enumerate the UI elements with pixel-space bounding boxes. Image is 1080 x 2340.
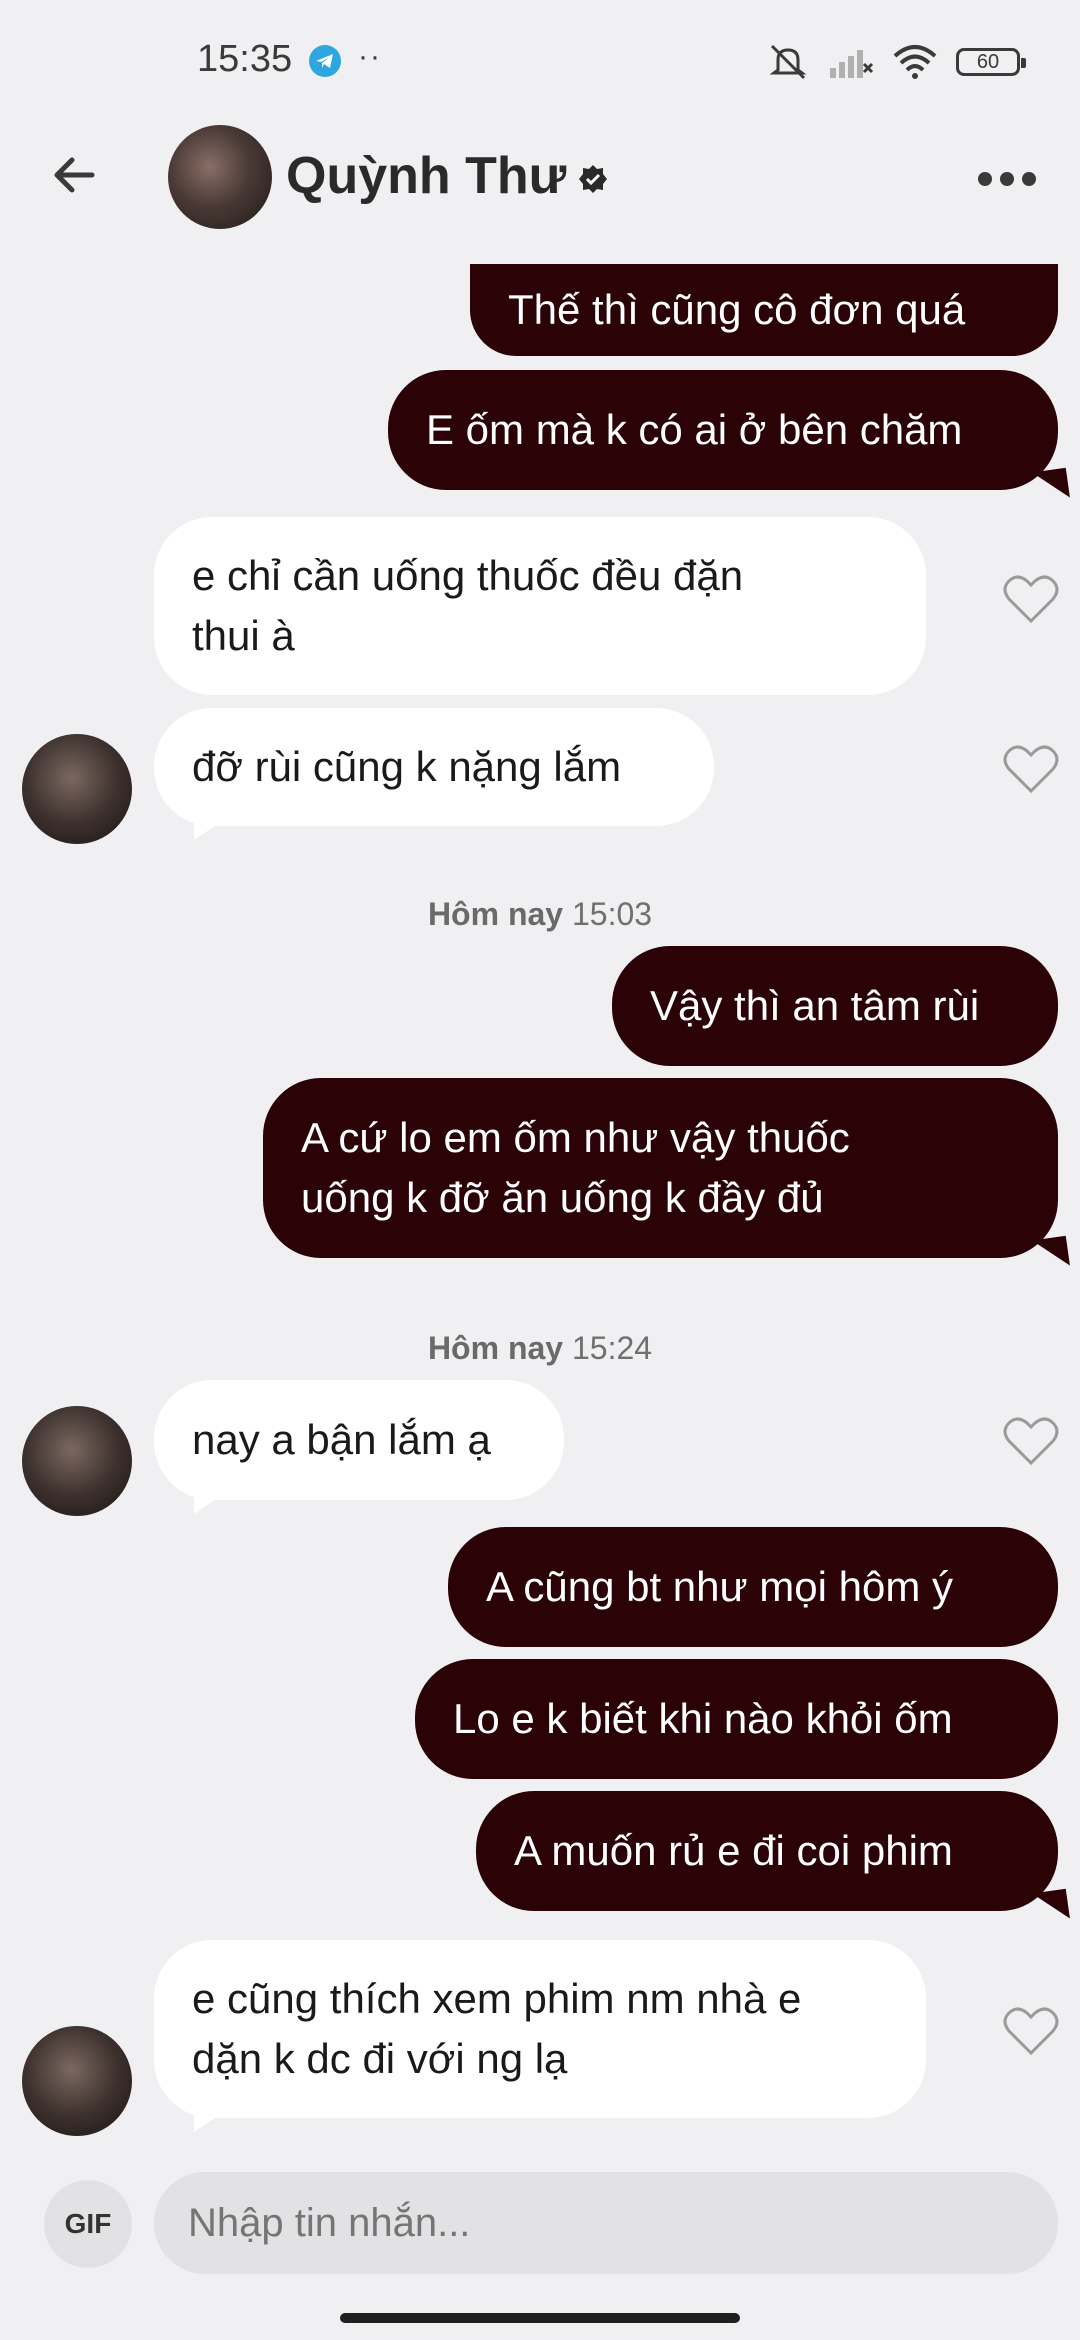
heart-icon[interactable] [1003, 743, 1059, 795]
timestamp-time: 15:24 [571, 1330, 653, 1366]
timestamp-day: Hôm nay [427, 896, 564, 932]
contact-avatar-small[interactable] [22, 734, 132, 844]
telegram-icon [309, 45, 341, 77]
timestamp: Hôm nay 15:03 [0, 896, 1080, 933]
message-sent[interactable]: Vậy thì an tâm rùi [612, 946, 1058, 1066]
battery-icon: 60 [956, 48, 1026, 76]
heart-icon[interactable] [1003, 2005, 1059, 2057]
timestamp: Hôm nay 15:24 [0, 1330, 1080, 1367]
contact-avatar-small[interactable] [22, 2026, 132, 2136]
message-sent[interactable]: A cứ lo em ốm như vậy thuốc uống k đỡ ăn… [263, 1078, 1058, 1258]
contact-name[interactable]: Quỳnh Thư [286, 146, 566, 206]
message-sent[interactable]: E ốm mà k có ai ở bên chăm [388, 370, 1058, 490]
timestamp-day: Hôm nay [427, 1330, 564, 1366]
heart-icon[interactable] [1003, 573, 1059, 625]
notification-dots: ·· [358, 40, 382, 73]
message-received[interactable]: đỡ rùi cũng k nặng lắm [154, 708, 714, 840]
timestamp-time: 15:03 [571, 896, 653, 932]
heart-icon[interactable] [1003, 1415, 1059, 1467]
message-received[interactable]: e chỉ cần uống thuốc đều đặn thui à [154, 517, 926, 695]
bell-muted-icon [769, 44, 807, 80]
battery-level: 60 [976, 50, 1000, 73]
back-arrow-icon[interactable] [46, 145, 106, 205]
message-sent[interactable]: A cũng bt như mọi hôm ý [448, 1527, 1058, 1647]
signal-off-icon [830, 50, 874, 78]
home-indicator[interactable] [340, 2313, 740, 2323]
status-time: 15:35 [197, 38, 293, 80]
gif-button[interactable]: GIF [44, 2180, 132, 2268]
message-sent[interactable]: A muốn rủ e đi coi phim [476, 1791, 1058, 1911]
contact-avatar-small[interactable] [22, 1406, 132, 1516]
message-received[interactable]: e cũng thích xem phim nm nhà e dặn k dc … [154, 1940, 926, 2132]
verified-badge-icon [579, 165, 607, 193]
contact-avatar[interactable] [168, 125, 272, 229]
message-sent[interactable]: Lo e k biết khi nào khỏi ốm [415, 1659, 1058, 1779]
more-options-icon[interactable] [976, 170, 1038, 188]
status-icons: 60 [766, 42, 1026, 82]
wifi-icon [893, 45, 937, 79]
message-sent[interactable]: Thế thì cũng cô đơn quá [470, 264, 1058, 356]
message-input[interactable] [154, 2172, 1058, 2274]
message-received[interactable]: nay a bận lắm ạ [154, 1380, 564, 1514]
